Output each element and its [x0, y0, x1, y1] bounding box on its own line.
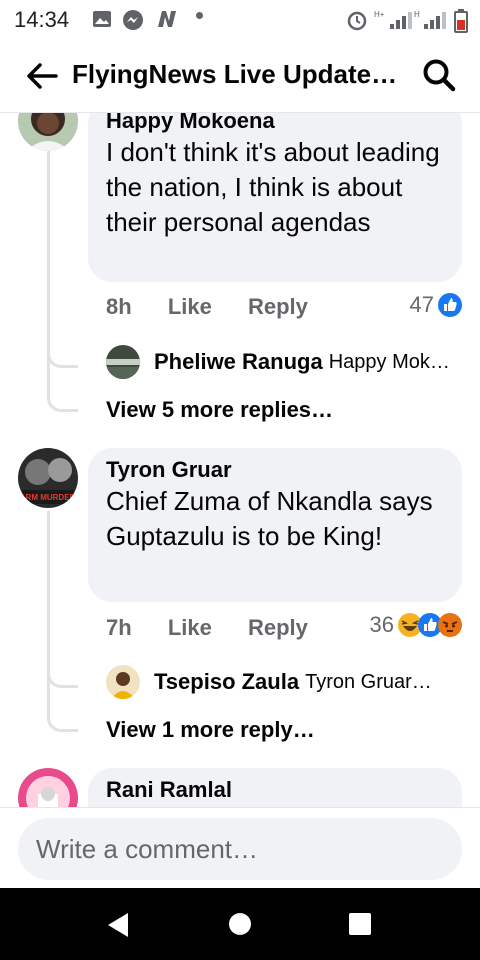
reply-author[interactable]: Pheliwe Ranuga — [154, 349, 323, 375]
view-more-replies[interactable]: View 5 more replies… — [106, 397, 333, 423]
avatar-rani-ramlal[interactable] — [18, 768, 78, 807]
back-arrow-icon[interactable] — [24, 58, 60, 94]
nav-home-icon[interactable] — [228, 912, 252, 936]
comment-actions: 8h Like Reply — [106, 294, 338, 320]
comment-author[interactable]: Tyron Gruar — [106, 456, 444, 484]
messenger-icon — [123, 10, 143, 30]
thread-connector — [47, 341, 78, 368]
comments-feed[interactable]: Happy Mokoena I don't think it's about l… — [0, 113, 480, 807]
reply-preview[interactable]: Tsepiso Zaula Tyron Gruar G… — [106, 665, 435, 699]
reaction-count: 47 — [409, 292, 434, 317]
page-title: FlyingNews Live Update… — [72, 59, 398, 89]
reaction-count: 36 — [369, 612, 394, 637]
thread-line — [47, 511, 50, 721]
comment-text: I don't think it's about leading the nat… — [106, 137, 440, 237]
reactions-summary[interactable]: 47 — [410, 292, 462, 318]
thread-connector — [47, 385, 78, 412]
comment-bubble[interactable]: Tyron Gruar Chief Zuma of Nkandla says G… — [88, 448, 462, 602]
reply-preview[interactable]: Pheliwe Ranuga Happy Mok… — [106, 345, 450, 379]
avatar-caption: FARM MURDERS — [18, 493, 78, 502]
search-icon[interactable] — [420, 56, 458, 94]
comment-time: 8h — [106, 294, 132, 319]
top-app-bar: FlyingNews Live Update… — [0, 40, 480, 113]
comment-bubble[interactable]: Rani Ramlal — [88, 768, 462, 807]
reply-button[interactable]: Reply — [248, 615, 308, 640]
reply-text: Happy Mok… — [328, 350, 450, 373]
comment-input[interactable]: Write a comment… — [18, 818, 462, 880]
signal-2-icon: H — [414, 10, 446, 29]
avatar-tsepiso-zaula[interactable] — [106, 665, 140, 699]
reply-text: Tyron Gruar G… — [305, 670, 435, 693]
comment-text: Chief Zuma of Nkandla says Guptazulu is … — [106, 486, 433, 551]
angry-reaction-icon — [438, 613, 462, 637]
avatar-pheliwe-ranuga[interactable] — [106, 345, 140, 379]
view-more-replies[interactable]: View 1 more reply… — [106, 717, 315, 743]
gallery-icon — [93, 11, 111, 27]
like-reaction-icon — [438, 293, 462, 317]
nav-recents-icon[interactable] — [348, 912, 372, 936]
comment-author[interactable]: Happy Mokoena — [106, 113, 444, 135]
comment-actions: 7h Like Reply — [106, 615, 338, 641]
system-nav-bar — [0, 888, 480, 960]
battery-icon — [454, 9, 468, 33]
news-app-icon — [158, 11, 176, 27]
reply-author[interactable]: Tsepiso Zaula — [154, 669, 299, 695]
comment-bubble[interactable]: Happy Mokoena I don't think it's about l… — [88, 113, 462, 282]
alarm-icon — [347, 11, 367, 31]
status-time: 14:34 — [14, 7, 70, 32]
like-button[interactable]: Like — [168, 615, 212, 640]
avatar-tyron-gruar[interactable]: FARM MURDERS — [18, 448, 78, 508]
reply-button[interactable]: Reply — [248, 294, 308, 319]
svg-text:H: H — [414, 10, 420, 19]
comment-time: 7h — [106, 615, 132, 640]
signal-1-icon: H+ — [374, 10, 412, 29]
thread-connector — [47, 661, 78, 688]
comment-composer: Write a comment… — [0, 807, 480, 889]
thread-connector — [47, 705, 78, 732]
nav-back-icon[interactable] — [106, 912, 130, 938]
comment-author[interactable]: Rani Ramlal — [106, 776, 444, 804]
avatar-happy-mokoena[interactable] — [18, 113, 78, 151]
svg-text:H+: H+ — [374, 10, 385, 19]
like-button[interactable]: Like — [168, 294, 212, 319]
status-bar: 14:34 H+ H — [0, 0, 480, 40]
notification-dot-icon — [196, 12, 203, 19]
reactions-summary[interactable]: 36 — [370, 612, 462, 638]
